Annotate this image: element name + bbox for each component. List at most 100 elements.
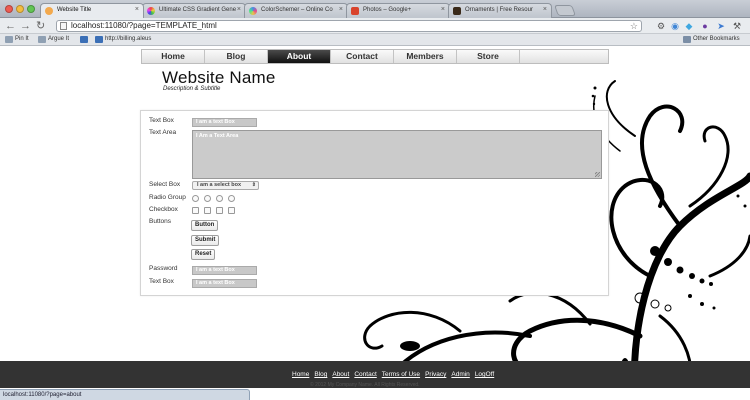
bookmark-page-icon: [5, 36, 13, 43]
tab-favicon-icon: [351, 7, 359, 15]
nav-item-about[interactable]: About: [268, 50, 331, 63]
radio-option-4[interactable]: [228, 195, 235, 202]
tab-favicon-icon: [249, 7, 257, 15]
footer-link-home[interactable]: Home: [292, 371, 309, 378]
textbox2-label: Text Box: [149, 278, 174, 285]
main-nav: Home Blog About Contact Members Store: [141, 49, 609, 64]
buttons-label: Buttons: [149, 218, 172, 225]
radio-option-3[interactable]: [216, 195, 223, 202]
maximize-window-icon[interactable]: [27, 5, 35, 13]
tab-title: Photos – Google+: [363, 7, 412, 13]
page-icon: [60, 22, 67, 30]
site-footer: Home Blog About Contact Terms of Use Pri…: [0, 361, 750, 388]
tab-title: Ornaments | Free Resour: [465, 7, 533, 13]
select-arrows-icon: ⇕: [251, 182, 256, 188]
back-arrow-icon[interactable]: ←: [5, 20, 16, 32]
other-bookmarks-label: Other Bookmarks: [693, 36, 740, 42]
browser-tab-website-title[interactable]: Website Title ×: [40, 3, 144, 18]
tab-close-icon[interactable]: ×: [441, 6, 445, 13]
nav-item-members[interactable]: Members: [394, 50, 457, 63]
resize-grip-icon[interactable]: [595, 172, 600, 177]
radio-group-label: Radio Group: [149, 194, 186, 201]
nav-item-store[interactable]: Store: [457, 50, 520, 63]
select-label: Select Box: [149, 181, 181, 188]
checkbox-1[interactable]: [192, 207, 199, 214]
close-window-icon[interactable]: [5, 5, 13, 13]
textbox-label: Text Box: [149, 117, 174, 124]
web-page: Home Blog About Contact Members Store We…: [0, 46, 750, 388]
wordpress-icon: [80, 36, 88, 43]
tab-close-icon[interactable]: ×: [237, 6, 241, 13]
form-panel: Text Box I am a text Box Text Area I Am …: [140, 110, 609, 296]
tab-title: Ultimate CSS Gradient Gene: [159, 7, 237, 13]
select-box[interactable]: I am a select box ⇕: [192, 181, 259, 190]
checkbox-2[interactable]: [204, 207, 211, 214]
nav-item-blog[interactable]: Blog: [205, 50, 268, 63]
submit-button[interactable]: Submit: [191, 235, 220, 246]
reload-icon[interactable]: ↻: [36, 20, 45, 32]
tab-title: Website Title: [57, 7, 92, 13]
radio-option-2[interactable]: [204, 195, 211, 202]
footer-link-about[interactable]: About: [332, 371, 349, 378]
browser-tab-photos[interactable]: Photos – Google+ ×: [346, 3, 450, 18]
bookmark-page-icon: [38, 36, 46, 43]
extension-mask-icon[interactable]: ●: [700, 21, 710, 31]
footer-link-privacy[interactable]: Privacy: [425, 371, 446, 378]
minimize-window-icon[interactable]: [16, 5, 24, 13]
tab-favicon-icon: [147, 7, 155, 15]
checkbox-4[interactable]: [228, 207, 235, 214]
wrench-menu-icon[interactable]: ⚒: [732, 21, 742, 31]
tab-close-icon[interactable]: ×: [543, 6, 547, 13]
nav-item-home[interactable]: Home: [142, 50, 205, 63]
browser-tab-gradient[interactable]: Ultimate CSS Gradient Gene ×: [142, 3, 246, 18]
new-tab-button[interactable]: [553, 5, 577, 16]
footer-link-contact[interactable]: Contact: [354, 371, 376, 378]
tab-close-icon[interactable]: ×: [339, 6, 343, 13]
page-bottom-area: [250, 388, 750, 400]
footer-link-terms[interactable]: Terms of Use: [382, 371, 420, 378]
tab-title: ColorSchemer – Online Co: [261, 7, 333, 13]
bookmark-label: Argue It: [48, 36, 70, 42]
bookmark-argue-it[interactable]: Argue It: [38, 36, 70, 43]
tab-close-icon[interactable]: ×: [135, 6, 139, 13]
bookmark-star-icon[interactable]: ☆: [630, 21, 638, 31]
bookmark-billing[interactable]: http://billing.aleus: [95, 36, 152, 43]
textarea-label: Text Area: [149, 129, 177, 136]
select-value: I am a select box: [197, 182, 242, 188]
forward-arrow-icon[interactable]: →: [20, 20, 31, 32]
checkbox-3[interactable]: [216, 207, 223, 214]
textbox-input[interactable]: I am a text Box: [192, 118, 257, 127]
site-title: Website Name: [162, 68, 276, 87]
other-bookmarks[interactable]: Other Bookmarks: [683, 36, 740, 43]
folder-icon: [683, 36, 691, 43]
password-label: Password: [149, 265, 178, 272]
radio-option-1[interactable]: [192, 195, 199, 202]
address-bar[interactable]: localhost:11080/?page=TEMPLATE_html ☆: [56, 20, 642, 32]
bookmark-label: http://billing.aleus: [105, 36, 152, 42]
extension-arrow-icon[interactable]: ➤: [716, 21, 726, 31]
tab-favicon-icon: [453, 7, 461, 15]
browser-tab-colorschemer[interactable]: ColorSchemer – Online Co ×: [244, 3, 348, 18]
password-input[interactable]: I am a text Box: [192, 266, 257, 275]
footer-link-admin[interactable]: Admin: [451, 371, 469, 378]
bookmark-pin-it[interactable]: Pin It: [5, 36, 29, 43]
bookmark-label: Pin It: [15, 36, 29, 42]
extension-circle-icon[interactable]: ◉: [670, 21, 680, 31]
footer-link-blog[interactable]: Blog: [314, 371, 327, 378]
extension-bird-icon[interactable]: ◆: [684, 21, 694, 31]
textarea-input[interactable]: I Am a Text Area: [192, 130, 602, 179]
footer-link-logoff[interactable]: LogOff: [475, 371, 494, 378]
browser-status-bar: localhost:11080/?page=about: [0, 389, 250, 400]
reset-button[interactable]: Reset: [191, 249, 216, 260]
browser-toolbar: ← → ↻ localhost:11080/?page=TEMPLATE_htm…: [0, 18, 750, 34]
textbox2-input[interactable]: I am a text Box: [192, 279, 257, 288]
textarea-value: I Am a Text Area: [196, 133, 239, 139]
address-bar-url: localhost:11080/?page=TEMPLATE_html: [71, 21, 217, 30]
browser-tab-ornaments[interactable]: Ornaments | Free Resour ×: [448, 3, 552, 18]
nav-item-contact[interactable]: Contact: [331, 50, 394, 63]
browser-tab-strip: Website Title × Ultimate CSS Gradient Ge…: [0, 0, 750, 18]
settings-gear-icon[interactable]: ⚙: [656, 21, 666, 31]
nav-item-empty: [520, 50, 608, 63]
generic-button[interactable]: Button: [191, 220, 219, 231]
wordpress-icon: [95, 36, 103, 43]
